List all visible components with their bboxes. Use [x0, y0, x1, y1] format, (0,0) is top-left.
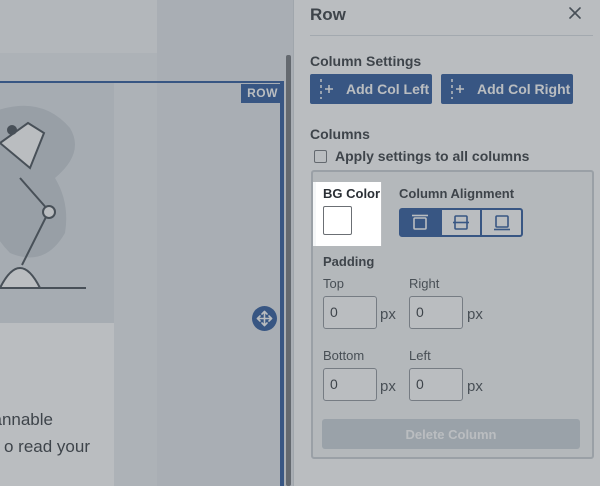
- add-column-left-icon: [320, 79, 333, 99]
- row-settings-panel: Row Column Settings Add Col Left Add Col…: [293, 0, 600, 486]
- align-middle-button[interactable]: [439, 210, 481, 235]
- padding-bottom-input[interactable]: 0: [323, 368, 377, 401]
- title-divider: [310, 35, 593, 36]
- bg-color-swatch[interactable]: [323, 206, 352, 235]
- add-col-left-label: Add Col Left: [346, 81, 430, 97]
- add-column-right-icon: [451, 79, 464, 99]
- move-handle-icon[interactable]: [252, 306, 277, 331]
- editor-canvas: annable o read your ROW: [0, 0, 293, 486]
- padding-left-unit: px: [467, 378, 483, 395]
- row-outline[interactable]: [0, 81, 284, 486]
- columns-heading: Columns: [310, 126, 370, 142]
- column-settings-box: BG Color Column Alignment Padding Top 0 …: [311, 170, 594, 459]
- add-col-right-button[interactable]: Add Col Right: [441, 74, 573, 104]
- apply-all-row[interactable]: Apply settings to all columns: [314, 148, 529, 164]
- add-col-right-label: Add Col Right: [477, 81, 571, 97]
- align-bottom-button[interactable]: [480, 210, 521, 235]
- middle-align-icon: [453, 215, 469, 230]
- panel-title: Row: [310, 5, 346, 24]
- alignment-toggle-group: [399, 208, 523, 237]
- canvas-scrollbar[interactable]: [286, 55, 291, 486]
- move-arrows-icon: [256, 310, 273, 327]
- column-alignment-label: Column Alignment: [399, 186, 515, 201]
- padding-top-unit: px: [380, 306, 396, 323]
- close-x-icon: [569, 7, 581, 19]
- apply-all-label: Apply settings to all columns: [335, 148, 530, 164]
- padding-label: Padding: [323, 254, 375, 269]
- align-top-button[interactable]: [401, 210, 440, 235]
- padding-left-input[interactable]: 0: [409, 368, 463, 401]
- apply-all-checkbox[interactable]: [314, 149, 327, 163]
- padding-top-input[interactable]: 0: [323, 296, 377, 329]
- padding-bottom-label: Bottom: [323, 348, 365, 363]
- padding-left-label: Left: [409, 348, 431, 363]
- bg-color-well: BG Color: [316, 182, 382, 246]
- padding-bottom-unit: px: [380, 378, 396, 395]
- bottom-align-icon: [493, 215, 510, 231]
- padding-top-label: Top: [323, 276, 344, 291]
- delete-column-button[interactable]: Delete Column: [322, 419, 580, 449]
- close-icon[interactable]: [566, 4, 584, 22]
- column-settings-heading: Column Settings: [310, 53, 422, 69]
- row-tag[interactable]: ROW: [241, 84, 284, 103]
- padding-right-unit: px: [467, 306, 483, 323]
- padding-right-label: Right: [409, 276, 440, 291]
- add-col-left-button[interactable]: Add Col Left: [310, 74, 432, 104]
- top-align-icon: [412, 214, 429, 230]
- bg-color-label: BG Color: [323, 186, 381, 201]
- previous-row-block: [0, 0, 157, 53]
- padding-right-input[interactable]: 0: [409, 296, 463, 329]
